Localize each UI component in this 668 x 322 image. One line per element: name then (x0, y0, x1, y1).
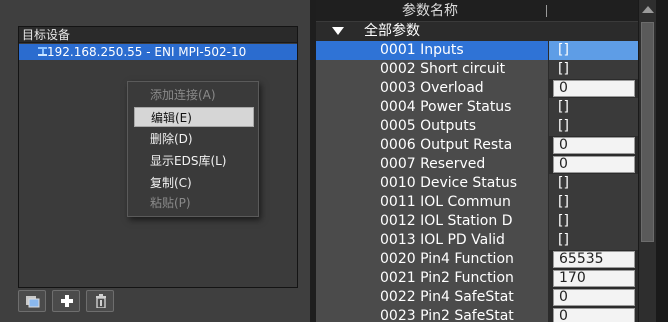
parameter-value-field[interactable]: 65535 (553, 251, 635, 268)
delete-button[interactable] (86, 290, 114, 312)
parameter-name: 0002 Short circuit (316, 60, 548, 79)
menu-item-copy[interactable]: 复制(C) (128, 173, 258, 193)
parameter-value-field[interactable]: 170 (553, 270, 635, 287)
collapse-triangle-icon[interactable] (332, 27, 344, 35)
parameter-name: 0007 Reserved (316, 155, 548, 174)
parameter-name: 0004 Power Status (316, 98, 548, 117)
parameter-name: 0012 IOL Station D (316, 212, 548, 231)
scroll-thumb[interactable] (641, 22, 654, 242)
group-label: 全部参数 (364, 23, 420, 39)
scroll-up-arrow-icon[interactable] (642, 6, 654, 13)
network-device-icon (38, 47, 47, 56)
parameter-value: [] (549, 117, 638, 136)
parameter-row[interactable]: 0020 Pin4 Function 65535 (316, 250, 638, 269)
device-tree-header: 目标设备 (19, 27, 297, 43)
target-device-panel: 目标设备 192.168.250.55 - ENI MPI-502-10 添加连… (0, 0, 310, 322)
device-folder-icon (26, 296, 40, 308)
parameter-table-header: 参数名称 (316, 0, 638, 22)
menu-item-edit[interactable]: 编辑(E) (134, 107, 254, 127)
parameter-group-all[interactable]: 全部参数 (316, 22, 638, 41)
column-header-parameter-name[interactable]: 参数名称 (316, 0, 544, 22)
parameter-row[interactable]: 0023 Pin2 SafeStat 0 (316, 307, 638, 322)
parameter-value-field[interactable]: 0 (553, 80, 635, 97)
parameter-value: [] (549, 212, 638, 231)
device-toolbar (18, 288, 298, 314)
parameter-row[interactable]: 0010 Device Status[] (316, 174, 638, 193)
parameter-name: 0022 Pin4 SafeStat (316, 288, 548, 307)
parameter-name: 0005 Outputs (316, 117, 548, 136)
parameter-name: 0001 Inputs (316, 41, 548, 60)
parameter-value: [] (549, 193, 638, 212)
context-menu: 添加连接(A) 编辑(E) 删除(D) 显示EDS库(L) 复制(C) 粘贴(P… (127, 81, 259, 217)
device-node-label: 192.168.250.55 - ENI MPI-502-10 (47, 45, 247, 59)
parameter-name: 0006 Output Resta (316, 136, 548, 155)
parameter-row[interactable]: 0002 Short circuit[] (316, 60, 638, 79)
parameter-value: [] (549, 231, 638, 250)
parameter-row[interactable]: 0003 Overload 0 (316, 79, 638, 98)
parameter-panel: 参数名称 全部参数 0001 Inputs[] 0002 Short circui… (316, 0, 668, 322)
menu-item-delete[interactable]: 删除(D) (128, 129, 258, 149)
parameter-name: 0003 Overload (316, 79, 548, 98)
parameter-value-field[interactable]: 0 (553, 289, 635, 306)
parameter-name: 0021 Pin2 Function (316, 269, 548, 288)
parameter-row[interactable]: 0013 IOL PD Valid[] (316, 231, 638, 250)
parameter-row[interactable]: 0006 Output Resta 0 (316, 136, 638, 155)
parameter-value: [] (549, 41, 638, 60)
parameter-name: 0023 Pin2 SafeStat (316, 307, 548, 322)
parameter-row[interactable]: 0001 Inputs[] (316, 41, 638, 60)
menu-item-paste: 粘贴(P) (150, 196, 191, 210)
parameter-row[interactable]: 0004 Power Status[] (316, 98, 638, 117)
parameter-name: 0020 Pin4 Function (316, 250, 548, 269)
trash-icon (96, 294, 106, 308)
window-edge (656, 0, 668, 322)
parameter-value-field[interactable]: 0 (553, 137, 635, 154)
vertical-scrollbar[interactable] (638, 0, 656, 322)
parameter-row[interactable]: 0005 Outputs[] (316, 117, 638, 136)
parameter-row[interactable]: 0012 IOL Station D[] (316, 212, 638, 231)
parameter-value-field[interactable]: 0 (553, 156, 635, 173)
parameter-name: 0011 IOL Commun (316, 193, 548, 212)
add-button[interactable] (52, 290, 80, 312)
parameter-row[interactable]: 0007 Reserved 0 (316, 155, 638, 174)
parameter-value: [] (549, 98, 638, 117)
parameter-row[interactable]: 0022 Pin4 SafeStat 0 (316, 288, 638, 307)
column-separator[interactable] (546, 5, 547, 17)
parameter-name: 0010 Device Status (316, 174, 548, 193)
plus-icon (61, 295, 73, 307)
parameter-value: [] (549, 174, 638, 193)
parameter-value-field[interactable]: 0 (553, 308, 635, 322)
device-tree-node[interactable]: 192.168.250.55 - ENI MPI-502-10 (19, 44, 297, 60)
menu-item-add-connection: 添加连接(A) (150, 88, 216, 102)
device-folder-button[interactable] (18, 290, 46, 312)
parameter-name: 0013 IOL PD Valid (316, 231, 548, 250)
device-tree: 目标设备 192.168.250.55 - ENI MPI-502-10 添加连… (18, 26, 298, 288)
parameter-row[interactable]: 0011 IOL Commun[] (316, 193, 638, 212)
parameter-row[interactable]: 0021 Pin2 Function 170 (316, 269, 638, 288)
parameter-value: [] (549, 60, 638, 79)
menu-item-show-eds-library[interactable]: 显示EDS库(L) (128, 151, 258, 171)
